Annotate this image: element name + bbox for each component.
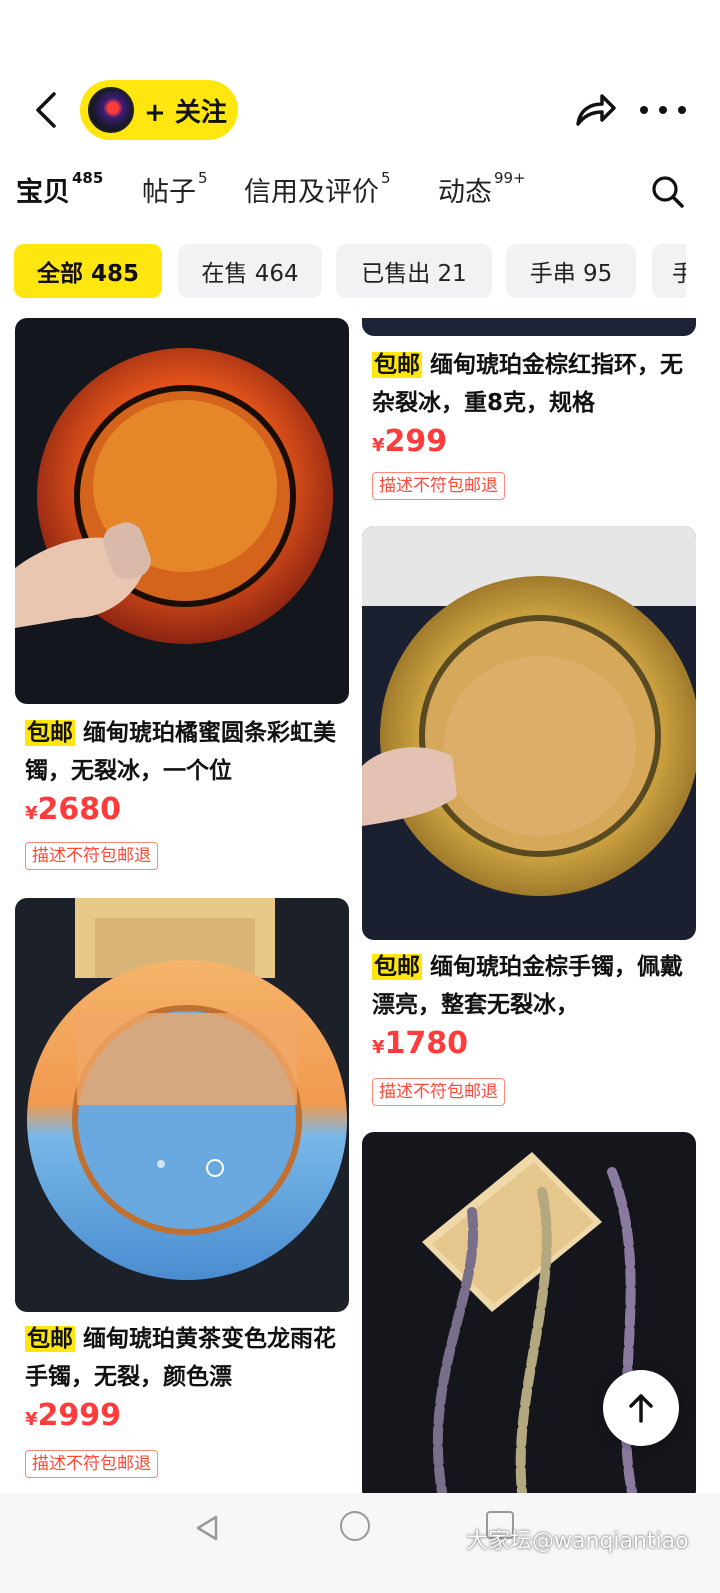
return-badge: 描述不符包邮退 (372, 1078, 505, 1106)
avatar[interactable] (88, 87, 134, 133)
product-price: ¥2680 (25, 792, 122, 827)
search-button[interactable] (650, 174, 686, 210)
follow-label: + 关注 (144, 97, 227, 128)
top-bar: + 关注 (0, 72, 720, 148)
back-button[interactable] (26, 88, 66, 132)
return-badge: 描述不符包邮退 (25, 1450, 158, 1478)
tab-credit-reviews[interactable]: 信用及评价 5 (244, 169, 391, 209)
return-badge: 描述不符包邮退 (25, 842, 158, 870)
tab-label: 动态 (438, 177, 492, 208)
filter-bracelets[interactable]: 手串 95 (506, 244, 636, 298)
product-card[interactable]: 包邮 缅甸琥珀金棕红指环，无杂裂冰，重8克，规格 ¥299 描述不符包邮退 (362, 318, 696, 508)
product-card[interactable]: 包邮 缅甸琥珀橘蜜圆条彩虹美镯，无裂冰，一个位 ¥2680 描述不符包邮退 (15, 318, 349, 878)
share-icon (576, 94, 616, 126)
free-shipping-tag: 包邮 (25, 720, 75, 746)
tab-label: 信用及评价 (244, 177, 379, 208)
tab-activity[interactable]: 动态 99+ (438, 169, 526, 209)
system-nav-bar: 大家坛@wanqiantiao (0, 1493, 720, 1593)
filter-sold[interactable]: 已售出 21 (336, 244, 492, 298)
nav-back-icon[interactable] (192, 1513, 222, 1543)
product-price: ¥2999 (25, 1398, 122, 1433)
share-button[interactable] (574, 90, 618, 130)
follow-button[interactable]: + 关注 (80, 80, 238, 140)
product-title: 包邮 缅甸琥珀金棕红指环，无杂裂冰，重8克，规格 (372, 352, 683, 416)
tab-items[interactable]: 宝贝 485 (16, 169, 104, 209)
tab-count: 485 (72, 169, 104, 187)
back-arrow-icon (36, 92, 56, 128)
tab-count: 99+ (494, 169, 526, 187)
tab-bar: 宝贝 485 帖子 5 信用及评价 5 动态 99+ (0, 162, 720, 218)
more-button[interactable] (640, 90, 686, 130)
return-badge: 描述不符包邮退 (372, 472, 505, 500)
free-shipping-tag: 包邮 (372, 352, 422, 378)
watermark: 大家坛@wanqiantiao (466, 1529, 689, 1554)
filter-chips: 全部 485 在售 464 已售出 21 手串 95 手 (14, 244, 686, 300)
product-image[interactable] (362, 318, 696, 336)
product-title: 包邮 缅甸琥珀黄茶变色龙雨花手镯，无裂，颜色漂 (25, 1326, 336, 1390)
tab-count: 5 (198, 169, 208, 187)
search-icon (652, 176, 684, 208)
more-dots-icon (640, 106, 648, 114)
free-shipping-tag: 包邮 (372, 954, 422, 980)
product-price: ¥299 (372, 424, 448, 459)
filter-all[interactable]: 全部 485 (14, 244, 162, 298)
nav-home-icon[interactable] (340, 1511, 370, 1541)
free-shipping-tag: 包邮 (25, 1326, 75, 1352)
arrow-up-icon (629, 1394, 653, 1423)
product-title: 包邮 缅甸琥珀金棕手镯，佩戴漂亮，整套无裂冰， (372, 954, 683, 1018)
filter-on-sale[interactable]: 在售 464 (178, 244, 322, 298)
scroll-to-top-button[interactable] (603, 1370, 679, 1446)
shop-page: + 关注 宝贝 485 帖子 5 信用及评价 5 动态 99+ 全部 485 在售 46… (0, 0, 720, 1593)
product-image[interactable] (362, 526, 696, 940)
product-card[interactable]: 包邮 缅甸琥珀金棕手镯，佩戴漂亮，整套无裂冰， ¥1780 描述不符包邮退 (362, 526, 696, 1108)
product-title: 包邮 缅甸琥珀橘蜜圆条彩虹美镯，无裂冰，一个位 (25, 720, 336, 784)
tab-label: 宝贝 (16, 177, 70, 208)
filter-more[interactable]: 手 (652, 244, 686, 298)
product-image[interactable] (15, 318, 349, 704)
tab-count: 5 (381, 169, 391, 187)
product-card[interactable]: 包邮 缅甸琥珀黄茶变色龙雨花手镯，无裂，颜色漂 ¥2999 描述不符包邮退 (15, 898, 349, 1478)
tab-label: 帖子 (142, 177, 196, 208)
product-grid: 包邮 缅甸琥珀金棕红指环，无杂裂冰，重8克，规格 ¥299 描述不符包邮退 包邮… (0, 318, 720, 1493)
product-image[interactable] (15, 898, 349, 1312)
tab-posts[interactable]: 帖子 5 (142, 169, 208, 209)
product-price: ¥1780 (372, 1026, 469, 1061)
